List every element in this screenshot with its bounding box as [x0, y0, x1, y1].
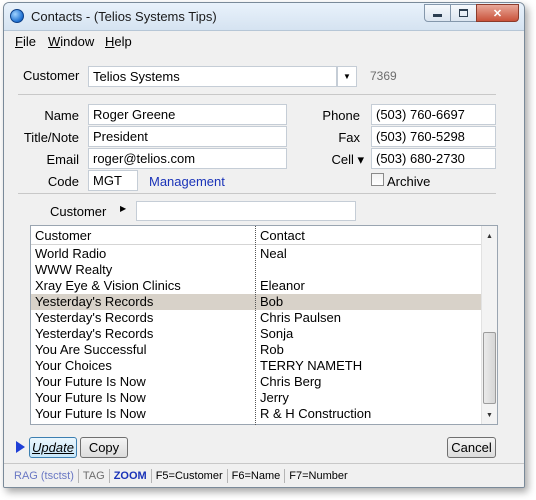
name-label: Name — [44, 108, 79, 123]
cell-customer: Xray Eye & Vision Clinics — [35, 278, 181, 293]
email-label: Email — [46, 152, 79, 167]
cell-customer: Yesterday's Records — [35, 326, 154, 341]
cell-contact: Jerry — [260, 390, 289, 405]
customer-combo-input[interactable]: Telios Systems — [88, 66, 337, 87]
customer-dropdown-button[interactable]: ▼ — [337, 66, 357, 87]
cell-customer: Your Future Is Now — [35, 374, 146, 389]
cell-contact: Sonja — [260, 326, 294, 341]
cell-customer: Yesterday's Records — [35, 310, 154, 325]
phone-label: Phone — [322, 108, 360, 123]
status-f5: F5=Customer — [152, 468, 228, 483]
cell-customer: Your Future Is Now — [35, 406, 146, 421]
cell-customer: You Are Successful — [35, 342, 147, 357]
cell-contact: Rob — [260, 342, 284, 357]
cell-customer: WWW Realty — [35, 262, 113, 277]
scrollbar-thumb[interactable] — [483, 332, 496, 404]
column-divider — [255, 226, 256, 425]
email-field[interactable]: roger@telios.com — [88, 148, 287, 169]
archive-label: Archive — [387, 174, 431, 189]
cell-contact: Neal — [260, 246, 287, 261]
cell-customer: Your Choices — [35, 358, 112, 373]
cell-contact: Chris Berg — [260, 374, 322, 389]
fax-label: Fax — [338, 130, 360, 145]
separator-top — [18, 94, 496, 95]
chevron-down-icon: ▼ — [343, 72, 351, 81]
scroll-up-icon[interactable]: ▲ — [482, 228, 497, 244]
filter-customer-input[interactable] — [136, 201, 356, 221]
maximize-icon — [459, 9, 468, 17]
close-button[interactable]: ✕ — [476, 4, 519, 22]
table-row[interactable]: Your Choices TERRY NAMETH — [31, 358, 482, 374]
status-f6: F6=Name — [228, 468, 286, 483]
menu-help[interactable]: Help — [105, 34, 132, 49]
cell-contact: Chris Paulsen — [260, 310, 341, 325]
cell-contact: R & H Construction — [260, 406, 372, 421]
separator-middle — [18, 193, 496, 194]
cell-customer: World Radio — [35, 246, 107, 261]
contacts-grid[interactable]: Customer Contact World Radio Neal WWW Real… — [30, 225, 498, 425]
table-row[interactable]: Your Future Is Now R & H Construction — [31, 406, 482, 422]
maximize-button[interactable] — [450, 4, 477, 22]
status-tag: TAG — [79, 468, 110, 483]
minimize-button[interactable] — [424, 4, 451, 22]
cell-contact: TERRY NAMETH — [260, 358, 363, 373]
column-header-customer[interactable]: Customer — [35, 228, 91, 243]
copy-button[interactable]: Copy — [80, 437, 128, 458]
cancel-button[interactable]: Cancel — [447, 437, 496, 458]
title-note-field[interactable]: President — [88, 126, 287, 147]
status-f7: F7=Number — [289, 469, 348, 482]
title-note-label: Title/Note — [23, 130, 79, 145]
menu-bar: File Window Help — [4, 31, 524, 51]
code-description-link[interactable]: Management — [149, 174, 225, 189]
table-row[interactable]: Yesterday's Records Chris Paulsen — [31, 310, 482, 326]
table-row[interactable]: World Radio Neal — [31, 246, 482, 262]
fax-field[interactable]: (503) 760-5298 — [371, 126, 496, 147]
table-row[interactable]: Yesterday's Records Bob — [31, 294, 482, 310]
menu-file[interactable]: File — [15, 34, 36, 49]
title-bar[interactable]: Contacts - (Telios Systems Tips) ✕ — [4, 3, 524, 31]
contacts-window: Contacts - (Telios Systems Tips) ✕ File … — [3, 2, 525, 488]
table-row[interactable]: Your Future Is Now Jerry — [31, 390, 482, 406]
table-row[interactable]: Xray Eye & Vision Clinics Eleanor — [31, 278, 482, 294]
caption-buttons: ✕ — [424, 4, 519, 22]
customer-label: Customer — [23, 68, 80, 83]
chevron-right-icon: ▶ — [120, 204, 127, 213]
phone-field[interactable]: (503) 760-6697 — [371, 104, 496, 125]
update-button[interactable]: Update — [29, 437, 77, 458]
scroll-down-icon[interactable]: ▼ — [482, 407, 497, 423]
grid-scrollbar[interactable]: ▲ ▼ — [481, 226, 497, 424]
cell-field[interactable]: (503) 680-2730 — [371, 148, 496, 169]
table-row[interactable]: Your Future Is Now Chris Berg — [31, 374, 482, 390]
status-bar: RAG (tsctst) TAG ZOOM F5=Customer F6=Nam… — [4, 463, 524, 487]
filter-customer-label: Customer — [50, 204, 107, 219]
play-icon — [16, 441, 25, 453]
column-header-contact[interactable]: Contact — [260, 228, 305, 243]
archive-checkbox[interactable] — [371, 173, 384, 186]
name-field[interactable]: Roger Greene — [88, 104, 287, 125]
cell-customer: Your Future Is Now — [35, 390, 146, 405]
table-row[interactable]: WWW Realty — [31, 262, 482, 278]
update-button-label: Update — [32, 440, 74, 455]
table-row[interactable]: You Are Successful Rob — [31, 342, 482, 358]
code-field[interactable]: MGT — [88, 170, 138, 191]
cell-contact: Eleanor — [260, 278, 305, 293]
cell-contact: Bob — [260, 294, 284, 309]
grid-header: Customer Contact — [31, 226, 482, 245]
customer-id: 7369 — [370, 69, 397, 83]
table-row[interactable]: Yesterday's Records Sonja — [31, 326, 482, 342]
window-title: Contacts - (Telios Systems Tips) — [31, 9, 217, 24]
app-globe-icon — [10, 9, 24, 23]
code-label: Code — [47, 174, 79, 189]
menu-window[interactable]: Window — [48, 34, 94, 49]
minimize-icon — [433, 14, 442, 17]
status-rag: RAG (tsctst) — [10, 468, 79, 483]
cell-phone-type-dropdown[interactable]: Cell ▾ — [304, 152, 364, 168]
cell-customer: Yesterday's Records — [35, 294, 154, 309]
close-icon: ✕ — [492, 7, 503, 20]
status-zoom: ZOOM — [110, 468, 152, 483]
